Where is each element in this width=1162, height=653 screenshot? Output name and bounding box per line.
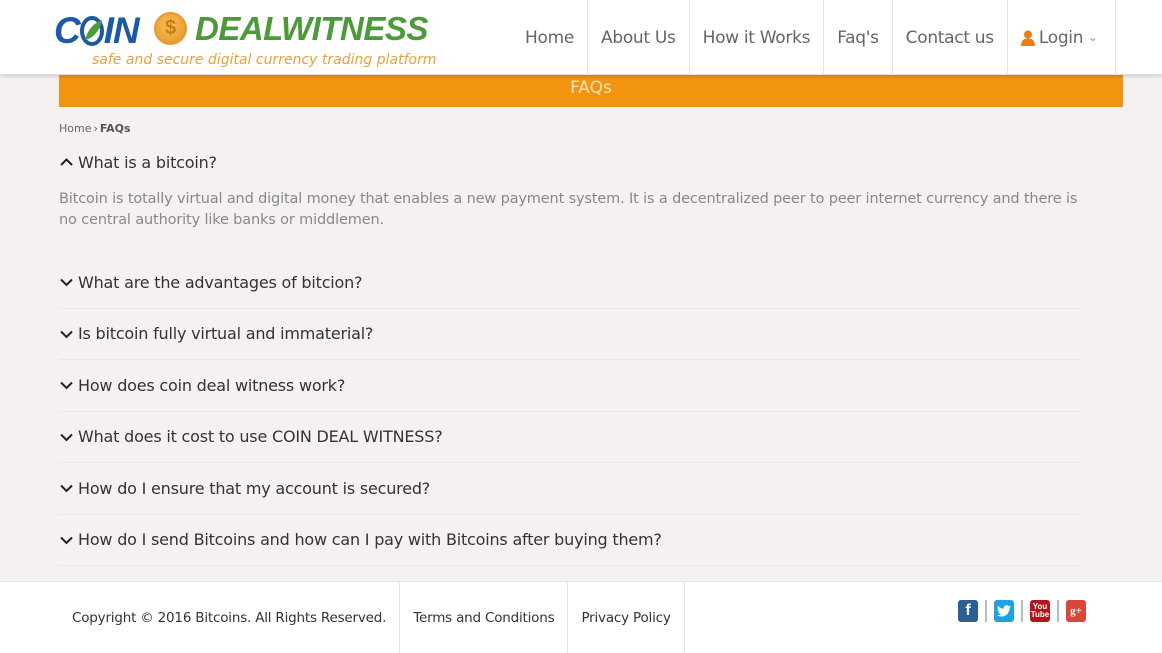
logo-letters-in: IN [103,10,140,51]
faq-item: How does coin deal witness work? [59,360,1081,412]
chevron-down-icon [60,484,73,493]
faq-item: How do I ensure that my account is secur… [59,463,1081,515]
google-plus-icon[interactable]: g+ [1066,600,1086,622]
faq-question: What are the advantages of bitcion? [78,272,363,292]
faq-item: How do I send Bitcoins and how can I pay… [59,515,1081,566]
logo-tagline: safe and secure digital currency trading… [92,52,437,68]
nav-login-dropdown[interactable]: Login ⌄ [1008,0,1117,75]
faq-accordion: What is a bitcoin? Bitcoin is totally vi… [59,147,1081,618]
logo-dealwitness-text: DEALWITNESS [195,10,428,47]
faq-question: How does coin deal witness work? [78,375,346,395]
copyright-text: Copyright © 2016 Bitcoins. All Rights Re… [59,582,401,653]
breadcrumb-home[interactable]: Home [59,122,91,135]
faq-item: Is bitcoin fully virtual and immaterial? [59,309,1081,360]
chevron-down-icon [60,536,73,544]
privacy-link[interactable]: Privacy Policy [568,582,685,653]
social-divider [1057,600,1059,622]
chevron-down-icon: ⌄ [1088,31,1098,44]
faq-question-toggle[interactable]: What is a bitcoin? [59,147,1081,177]
faq-item: What does it cost to use COIN DEAL WITNE… [59,412,1081,463]
terms-link[interactable]: Terms and Conditions [400,582,569,653]
coin-icon: $ [154,12,187,45]
social-divider [1021,600,1023,622]
chevron-down-icon [60,433,73,441]
twitter-icon[interactable] [994,600,1014,622]
leaf-o-icon [79,16,104,46]
faq-question-toggle[interactable]: Is bitcoin fully virtual and immaterial? [59,319,1081,349]
youtube-glyph-bottom: Tube [1030,610,1050,619]
faq-question: What is a bitcoin? [78,152,217,172]
breadcrumb-separator: › [93,122,98,135]
faq-answer: Bitcoin is totally virtual and digital m… [59,191,1078,228]
faq-question-toggle[interactable]: How do I ensure that my account is secur… [59,473,1081,503]
faq-question-toggle[interactable]: What are the advantages of bitcion? [59,267,1081,297]
social-links: f You Tube g+ [958,600,1086,622]
site-header: C IN $ DEALWITNESS safe and secure digit… [0,0,1162,75]
nav-home[interactable]: Home [512,0,589,75]
chevron-down-icon [60,330,73,338]
faq-question: How do I ensure that my account is secur… [78,478,431,498]
faq-question: How do I send Bitcoins and how can I pay… [78,530,662,549]
chevron-up-icon [60,158,73,166]
user-icon [1020,30,1035,46]
faq-item: What is a bitcoin? Bitcoin is totally vi… [59,147,1081,257]
facebook-icon[interactable]: f [958,600,978,622]
faq-question-toggle[interactable]: What does it cost to use COIN DEAL WITNE… [59,422,1081,452]
nav-how-it-works[interactable]: How it Works [690,0,825,75]
faq-question-toggle[interactable]: How does coin deal witness work? [59,370,1081,400]
social-divider [985,600,987,622]
nav-contact-us[interactable]: Contact us [893,0,1008,75]
breadcrumb-current: FAQs [99,122,131,135]
chevron-down-icon [60,381,73,390]
faq-item: What are the advantages of bitcion? [59,257,1081,309]
footer-links: Copyright © 2016 Bitcoins. All Rights Re… [59,582,685,653]
faq-question: What does it cost to use COIN DEAL WITNE… [78,427,443,446]
faq-question: Is bitcoin fully virtual and immaterial? [78,324,374,343]
logo[interactable]: C IN $ DEALWITNESS safe and secure digit… [54,8,437,72]
nav-faqs[interactable]: Faq's [824,0,893,75]
nav-about-us[interactable]: About Us [588,0,690,75]
logo-letter-c: C [54,10,81,51]
logo-coin-text: C IN [54,10,140,52]
login-label: Login [1038,27,1084,48]
main-nav: Home About Us How it Works Faq's Contact… [512,0,1117,75]
chevron-down-icon [60,278,73,287]
page-title-bar: FAQs [59,75,1123,107]
page-title: FAQs [570,78,612,98]
faq-question-toggle[interactable]: How do I send Bitcoins and how can I pay… [59,525,1081,555]
youtube-icon[interactable]: You Tube [1030,600,1050,622]
twitter-bird-glyph [997,605,1011,617]
breadcrumb: Home › FAQs [59,122,131,135]
